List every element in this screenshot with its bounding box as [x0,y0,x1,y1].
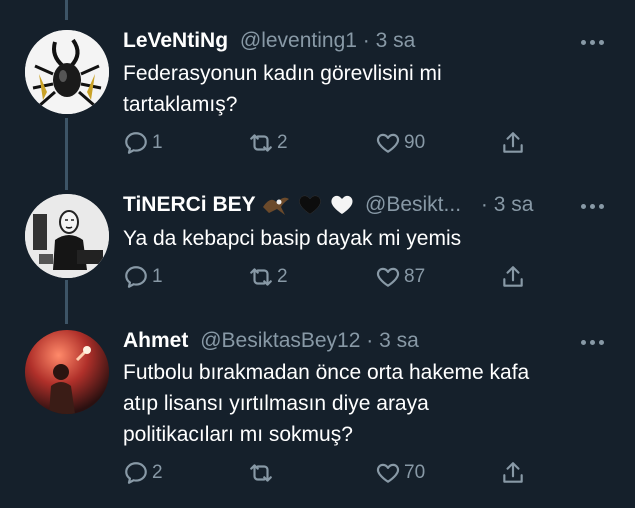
reply-icon [125,462,147,484]
retweet-icon [250,134,272,152]
display-name[interactable]: TiNERCi BEY [123,193,256,216]
reply-button[interactable]: 1 [123,264,163,290]
retweet-count: 2 [277,132,288,153]
separator-dot: · [362,29,370,52]
beetle-avatar-icon [25,30,109,114]
like-button[interactable]: 70 [375,460,425,486]
share-button[interactable] [500,460,526,486]
more-options-icon[interactable] [581,340,604,345]
like-button[interactable]: 90 [375,130,425,156]
share-icon [503,132,523,153]
eagle-emoji-icon [263,198,290,216]
masked-man-avatar-icon [25,194,109,278]
avatar[interactable] [25,194,109,278]
tweet-text-line: Futbolu bırakmadan önce orta hakeme kafa [123,361,530,384]
tweet-3[interactable]: Ahmet @BesiktasBey12 · 3 sa Futbolu bıra… [0,324,635,508]
retweet-icon [250,464,272,482]
heart-icon [376,267,400,287]
avatar[interactable] [25,30,109,114]
retweet-button[interactable]: 2 [248,264,288,290]
more-options-icon[interactable] [581,40,604,45]
like-count: 87 [404,266,426,287]
white-heart-icon [331,196,353,215]
share-icon [503,462,523,483]
like-button[interactable]: 87 [375,264,425,290]
more-options-icon[interactable] [581,204,604,209]
tweet-text: Futbolu bırakmadan önce orta hakeme kafa… [123,357,613,450]
heart-icon [376,133,400,153]
tweet-text: Ya da kebapci basip dayak mi yemis [123,223,613,254]
retweet-count: 2 [277,266,288,287]
retweet-button[interactable] [248,460,277,486]
avatar[interactable] [25,330,109,414]
tweet-text-line: Ya da kebapci basip dayak mi yemis [123,227,462,250]
tweet-text: Federasyonun kadın görevlisini mi tartak… [123,58,613,120]
tweet-text-line: Federasyonun kadın görevlisini mi [123,62,442,85]
user-handle[interactable]: @BesiktasBey12 [200,329,360,352]
share-button[interactable] [500,130,526,156]
user-handle[interactable]: @leventing1 [240,29,357,52]
like-count: 90 [404,132,426,153]
tweet-text-line: tartaklamış? [123,93,238,116]
reply-button[interactable]: 1 [123,130,163,156]
share-icon [503,266,523,287]
black-heart-icon [299,196,322,215]
reply-count: 1 [152,132,163,153]
tweet-text-line: politikacıları mı sokmuş? [123,423,353,446]
retweet-icon [250,268,272,286]
tweet-header: LeVeNtiNg @leventing1 · 3 sa [123,28,415,54]
user-handle[interactable]: @Besikt... [365,193,461,216]
timestamp[interactable]: 3 sa [376,29,416,52]
separator-dot: · [366,329,374,352]
reply-button[interactable]: 2 [123,460,163,486]
reply-icon [125,132,147,154]
timestamp[interactable]: 3 sa [494,193,534,216]
retweet-button[interactable]: 2 [248,130,288,156]
tweet-header: TiNERCi BEY @Besikt... · 3 sa [123,192,533,218]
tweet-header: Ahmet @BesiktasBey12 · 3 sa [123,328,419,354]
reply-count: 1 [152,266,163,287]
heart-icon [376,463,400,483]
tweet-text-line: atıp lisansı yırtılmasın diye araya [123,392,429,415]
separator-dot: · [480,193,488,216]
tweet-1[interactable]: LeVeNtiNg @leventing1 · 3 sa Federasyonu… [0,0,635,190]
like-count: 70 [404,462,426,483]
reply-count: 2 [152,462,163,483]
timestamp[interactable]: 3 sa [379,329,419,352]
display-name[interactable]: LeVeNtiNg [123,29,228,52]
display-name[interactable]: Ahmet [123,329,188,352]
share-button[interactable] [500,264,526,290]
reply-icon [125,266,147,288]
tweet-2[interactable]: TiNERCi BEY @Besikt... · 3 sa Ya da keba… [0,190,635,324]
flare-crowd-avatar-icon [25,330,109,414]
